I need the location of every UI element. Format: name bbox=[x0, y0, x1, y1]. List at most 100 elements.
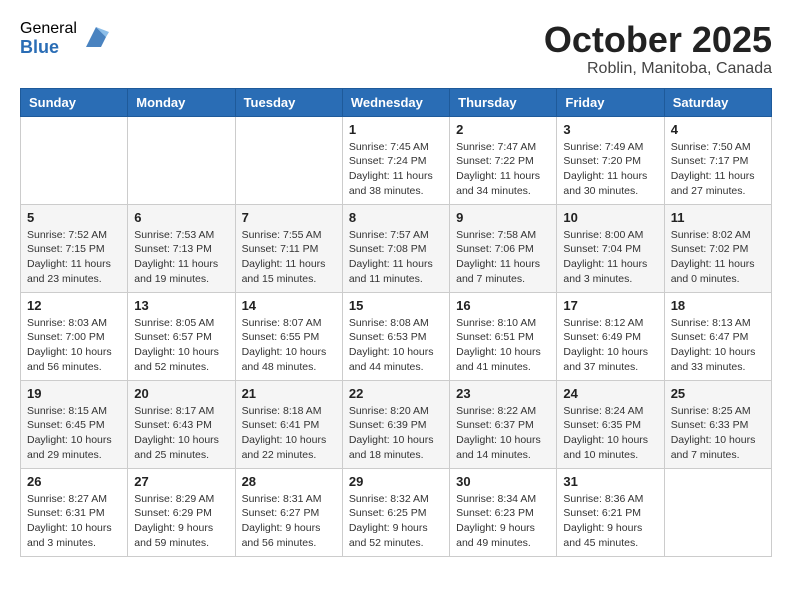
day-number: 10 bbox=[563, 210, 657, 225]
day-number: 8 bbox=[349, 210, 443, 225]
calendar-cell: 3 Sunrise: 7:49 AMSunset: 7:20 PMDaylight… bbox=[557, 116, 664, 204]
calendar-cell: 9Sunrise: 7:58 AMSunset: 7:06 PMDaylight… bbox=[450, 204, 557, 292]
day-of-week-header: Tuesday bbox=[235, 88, 342, 116]
day-number: 18 bbox=[671, 298, 765, 313]
calendar-cell: 28Sunrise: 8:31 AMSunset: 6:27 PMDayligh… bbox=[235, 468, 342, 556]
calendar-cell: 4Sunrise: 7:50 AMSunset: 7:17 PMDaylight… bbox=[664, 116, 771, 204]
day-info: Sunrise: 8:29 AMSunset: 6:29 PMDaylight:… bbox=[134, 492, 228, 551]
day-info: Sunrise: 8:18 AMSunset: 6:41 PMDaylight:… bbox=[242, 404, 336, 463]
logo-blue: Blue bbox=[20, 38, 77, 58]
day-number: 22 bbox=[349, 386, 443, 401]
day-info: Sunrise: 8:27 AMSunset: 6:31 PMDaylight:… bbox=[27, 492, 121, 551]
day-of-week-header: Monday bbox=[128, 88, 235, 116]
day-of-week-header: Friday bbox=[557, 88, 664, 116]
day-info: Sunrise: 8:25 AMSunset: 6:33 PMDaylight:… bbox=[671, 404, 765, 463]
calendar-cell: 19Sunrise: 8:15 AMSunset: 6:45 PMDayligh… bbox=[21, 380, 128, 468]
calendar-cell: 26Sunrise: 8:27 AMSunset: 6:31 PMDayligh… bbox=[21, 468, 128, 556]
calendar-week-row: 12 Sunrise: 8:03 AMSunset: 7:00 PMDayligh… bbox=[21, 292, 772, 380]
calendar-cell: 21 Sunrise: 8:18 AMSunset: 6:41 PMDayligh… bbox=[235, 380, 342, 468]
day-number: 23 bbox=[456, 386, 550, 401]
calendar-cell: 27 Sunrise: 8:29 AMSunset: 6:29 PMDayligh… bbox=[128, 468, 235, 556]
page-header: General Blue October 2025 Roblin, Manito… bbox=[20, 20, 772, 78]
calendar-cell: 11Sunrise: 8:02 AMSunset: 7:02 PMDayligh… bbox=[664, 204, 771, 292]
location: Roblin, Manitoba, Canada bbox=[544, 60, 772, 78]
calendar-cell: 1 Sunrise: 7:45 AMSunset: 7:24 PMDaylight… bbox=[342, 116, 449, 204]
day-info: Sunrise: 7:58 AMSunset: 7:06 PMDaylight:… bbox=[456, 228, 550, 287]
calendar-week-row: 19Sunrise: 8:15 AMSunset: 6:45 PMDayligh… bbox=[21, 380, 772, 468]
calendar-cell: 7 Sunrise: 7:55 AMSunset: 7:11 PMDaylight… bbox=[235, 204, 342, 292]
day-info: Sunrise: 8:12 AMSunset: 6:49 PMDaylight:… bbox=[563, 316, 657, 375]
day-info: Sunrise: 8:08 AMSunset: 6:53 PMDaylight:… bbox=[349, 316, 443, 375]
day-of-week-header: Saturday bbox=[664, 88, 771, 116]
calendar-cell: 25 Sunrise: 8:25 AMSunset: 6:33 PMDayligh… bbox=[664, 380, 771, 468]
day-number: 6 bbox=[134, 210, 228, 225]
day-number: 29 bbox=[349, 474, 443, 489]
day-number: 12 bbox=[27, 298, 121, 313]
day-info: Sunrise: 7:45 AMSunset: 7:24 PMDaylight:… bbox=[349, 140, 443, 199]
day-number: 21 bbox=[242, 386, 336, 401]
calendar-cell: 14 Sunrise: 8:07 AMSunset: 6:55 PMDayligh… bbox=[235, 292, 342, 380]
calendar-cell: 15 Sunrise: 8:08 AMSunset: 6:53 PMDayligh… bbox=[342, 292, 449, 380]
day-number: 1 bbox=[349, 122, 443, 137]
day-info: Sunrise: 7:53 AMSunset: 7:13 PMDaylight:… bbox=[134, 228, 228, 287]
day-number: 19 bbox=[27, 386, 121, 401]
calendar-week-row: 5Sunrise: 7:52 AMSunset: 7:15 PMDaylight… bbox=[21, 204, 772, 292]
day-info: Sunrise: 8:07 AMSunset: 6:55 PMDaylight:… bbox=[242, 316, 336, 375]
day-number: 24 bbox=[563, 386, 657, 401]
calendar-cell bbox=[128, 116, 235, 204]
calendar-cell: 17Sunrise: 8:12 AMSunset: 6:49 PMDayligh… bbox=[557, 292, 664, 380]
title-block: October 2025 Roblin, Manitoba, Canada bbox=[544, 20, 772, 78]
day-number: 2 bbox=[456, 122, 550, 137]
calendar-cell: 13Sunrise: 8:05 AMSunset: 6:57 PMDayligh… bbox=[128, 292, 235, 380]
day-number: 7 bbox=[242, 210, 336, 225]
calendar-cell: 30Sunrise: 8:34 AMSunset: 6:23 PMDayligh… bbox=[450, 468, 557, 556]
day-number: 20 bbox=[134, 386, 228, 401]
calendar-cell: 22 Sunrise: 8:20 AMSunset: 6:39 PMDayligh… bbox=[342, 380, 449, 468]
calendar-cell: 10 Sunrise: 8:00 AMSunset: 7:04 PMDayligh… bbox=[557, 204, 664, 292]
day-number: 4 bbox=[671, 122, 765, 137]
calendar-cell: 6 Sunrise: 7:53 AMSunset: 7:13 PMDaylight… bbox=[128, 204, 235, 292]
day-of-week-header: Thursday bbox=[450, 88, 557, 116]
calendar-cell: 5Sunrise: 7:52 AMSunset: 7:15 PMDaylight… bbox=[21, 204, 128, 292]
day-number: 25 bbox=[671, 386, 765, 401]
calendar-header-row: SundayMondayTuesdayWednesdayThursdayFrid… bbox=[21, 88, 772, 116]
day-info: Sunrise: 8:05 AMSunset: 6:57 PMDaylight:… bbox=[134, 316, 228, 375]
day-info: Sunrise: 8:24 AMSunset: 6:35 PMDaylight:… bbox=[563, 404, 657, 463]
calendar-cell: 31Sunrise: 8:36 AMSunset: 6:21 PMDayligh… bbox=[557, 468, 664, 556]
calendar-week-row: 26Sunrise: 8:27 AMSunset: 6:31 PMDayligh… bbox=[21, 468, 772, 556]
day-info: Sunrise: 8:00 AMSunset: 7:04 PMDaylight:… bbox=[563, 228, 657, 287]
day-number: 11 bbox=[671, 210, 765, 225]
calendar-cell bbox=[664, 468, 771, 556]
calendar-cell: 8 Sunrise: 7:57 AMSunset: 7:08 PMDaylight… bbox=[342, 204, 449, 292]
day-info: Sunrise: 8:03 AMSunset: 7:00 PMDaylight:… bbox=[27, 316, 121, 375]
calendar-cell: 29Sunrise: 8:32 AMSunset: 6:25 PMDayligh… bbox=[342, 468, 449, 556]
day-number: 14 bbox=[242, 298, 336, 313]
calendar-cell: 20 Sunrise: 8:17 AMSunset: 6:43 PMDayligh… bbox=[128, 380, 235, 468]
day-info: Sunrise: 8:20 AMSunset: 6:39 PMDaylight:… bbox=[349, 404, 443, 463]
month-title: October 2025 bbox=[544, 20, 772, 60]
calendar-cell bbox=[235, 116, 342, 204]
day-info: Sunrise: 8:22 AMSunset: 6:37 PMDaylight:… bbox=[456, 404, 550, 463]
calendar-cell: 16 Sunrise: 8:10 AMSunset: 6:51 PMDayligh… bbox=[450, 292, 557, 380]
day-info: Sunrise: 8:10 AMSunset: 6:51 PMDaylight:… bbox=[456, 316, 550, 375]
day-number: 15 bbox=[349, 298, 443, 313]
logo-icon bbox=[81, 22, 111, 52]
day-of-week-header: Sunday bbox=[21, 88, 128, 116]
day-info: Sunrise: 7:55 AMSunset: 7:11 PMDaylight:… bbox=[242, 228, 336, 287]
day-info: Sunrise: 7:52 AMSunset: 7:15 PMDaylight:… bbox=[27, 228, 121, 287]
day-info: Sunrise: 7:57 AMSunset: 7:08 PMDaylight:… bbox=[349, 228, 443, 287]
day-number: 27 bbox=[134, 474, 228, 489]
day-number: 16 bbox=[456, 298, 550, 313]
calendar-cell bbox=[21, 116, 128, 204]
day-info: Sunrise: 8:17 AMSunset: 6:43 PMDaylight:… bbox=[134, 404, 228, 463]
day-number: 30 bbox=[456, 474, 550, 489]
day-of-week-header: Wednesday bbox=[342, 88, 449, 116]
logo-general: General bbox=[20, 20, 77, 38]
calendar-cell: 2Sunrise: 7:47 AMSunset: 7:22 PMDaylight… bbox=[450, 116, 557, 204]
day-info: Sunrise: 8:31 AMSunset: 6:27 PMDaylight:… bbox=[242, 492, 336, 551]
day-info: Sunrise: 7:49 AMSunset: 7:20 PMDaylight:… bbox=[563, 140, 657, 199]
day-number: 3 bbox=[563, 122, 657, 137]
calendar-cell: 12 Sunrise: 8:03 AMSunset: 7:00 PMDayligh… bbox=[21, 292, 128, 380]
day-info: Sunrise: 8:13 AMSunset: 6:47 PMDaylight:… bbox=[671, 316, 765, 375]
logo: General Blue bbox=[20, 20, 111, 57]
